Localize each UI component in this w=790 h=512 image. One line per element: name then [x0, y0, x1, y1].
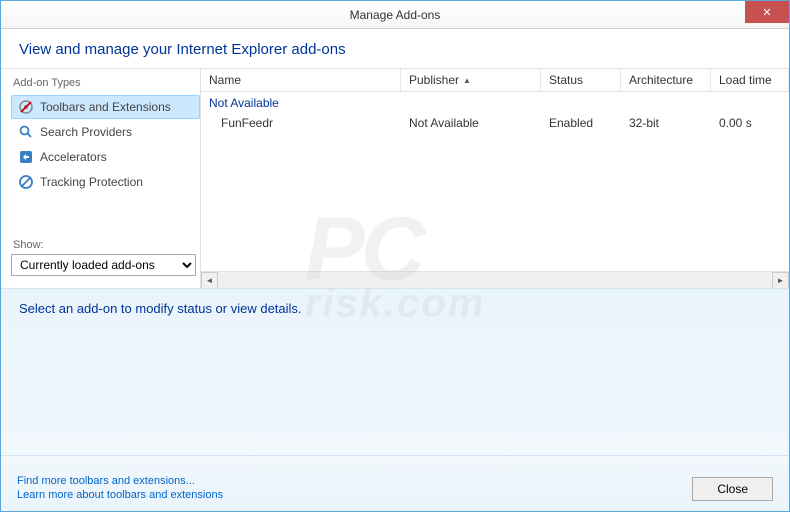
sidebar-item-accelerators[interactable]: Accelerators — [11, 145, 200, 169]
column-header-loadtime[interactable]: Load time — [711, 69, 789, 91]
sidebar-items: Toolbars and Extensions Search Providers… — [11, 95, 200, 195]
sidebar-item-tracking-protection[interactable]: Tracking Protection — [11, 170, 200, 194]
search-icon — [18, 124, 34, 140]
cell-name: FunFeedr — [201, 114, 401, 132]
column-header-architecture[interactable]: Architecture — [621, 69, 711, 91]
sidebar-item-label: Accelerators — [40, 150, 107, 164]
cell-architecture: 32-bit — [621, 114, 711, 132]
show-label: Show: — [11, 239, 200, 251]
scroll-left-button[interactable]: ◄ — [201, 272, 218, 289]
column-header-publisher[interactable]: Publisher ▲ — [401, 69, 541, 91]
sidebar: Add-on Types Toolbars and Extensions Sea… — [1, 69, 201, 288]
learn-more-link[interactable]: Learn more about toolbars and extensions — [17, 489, 223, 501]
main-panel: Name Publisher ▲ Status Architecture Loa… — [201, 69, 789, 288]
sidebar-item-label: Tracking Protection — [40, 175, 143, 189]
table-header: Name Publisher ▲ Status Architecture Loa… — [201, 69, 789, 92]
find-more-link[interactable]: Find more toolbars and extensions... — [17, 475, 223, 487]
sidebar-item-label: Toolbars and Extensions — [40, 100, 171, 114]
column-header-status[interactable]: Status — [541, 69, 621, 91]
scroll-track[interactable] — [218, 272, 772, 289]
sidebar-item-label: Search Providers — [40, 125, 132, 139]
footer-links: Find more toolbars and extensions... Lea… — [17, 475, 223, 501]
cell-status: Enabled — [541, 114, 621, 132]
show-section: Show: Currently loaded add-ons — [11, 239, 200, 280]
footer: Find more toolbars and extensions... Lea… — [1, 455, 789, 511]
gear-disabled-icon — [18, 99, 34, 115]
titlebar: Manage Add-ons ✕ — [1, 1, 789, 29]
accelerator-icon — [18, 149, 34, 165]
window-close-button[interactable]: ✕ — [745, 1, 789, 23]
table-row[interactable]: FunFeedr Not Available Enabled 32-bit 0.… — [201, 112, 789, 134]
sidebar-item-toolbars-extensions[interactable]: Toolbars and Extensions — [11, 95, 200, 119]
window-title: Manage Add-ons — [350, 8, 441, 22]
content-area: Add-on Types Toolbars and Extensions Sea… — [1, 68, 789, 288]
chevron-left-icon: ◄ — [206, 276, 214, 285]
sort-ascending-icon: ▲ — [463, 76, 471, 85]
detail-prompt: Select an add-on to modify status or vie… — [19, 301, 771, 316]
block-icon — [18, 174, 34, 190]
sidebar-item-search-providers[interactable]: Search Providers — [11, 120, 200, 144]
scroll-right-button[interactable]: ► — [772, 272, 789, 289]
horizontal-scrollbar[interactable]: ◄ ► — [201, 271, 789, 288]
close-icon: ✕ — [762, 6, 771, 19]
header: View and manage your Internet Explorer a… — [1, 29, 789, 68]
cell-loadtime: 0.00 s — [711, 114, 789, 132]
chevron-right-icon: ► — [777, 276, 785, 285]
show-dropdown[interactable]: Currently loaded add-ons — [11, 254, 196, 276]
addon-types-label: Add-on Types — [11, 77, 200, 89]
table-body: Not Available FunFeedr Not Available Ena… — [201, 92, 789, 271]
page-title: View and manage your Internet Explorer a… — [19, 41, 771, 58]
column-header-name[interactable]: Name — [201, 69, 401, 91]
detail-pane: Select an add-on to modify status or vie… — [1, 288, 789, 468]
group-header: Not Available — [201, 92, 789, 112]
cell-publisher: Not Available — [401, 114, 541, 132]
close-button[interactable]: Close — [692, 477, 773, 501]
